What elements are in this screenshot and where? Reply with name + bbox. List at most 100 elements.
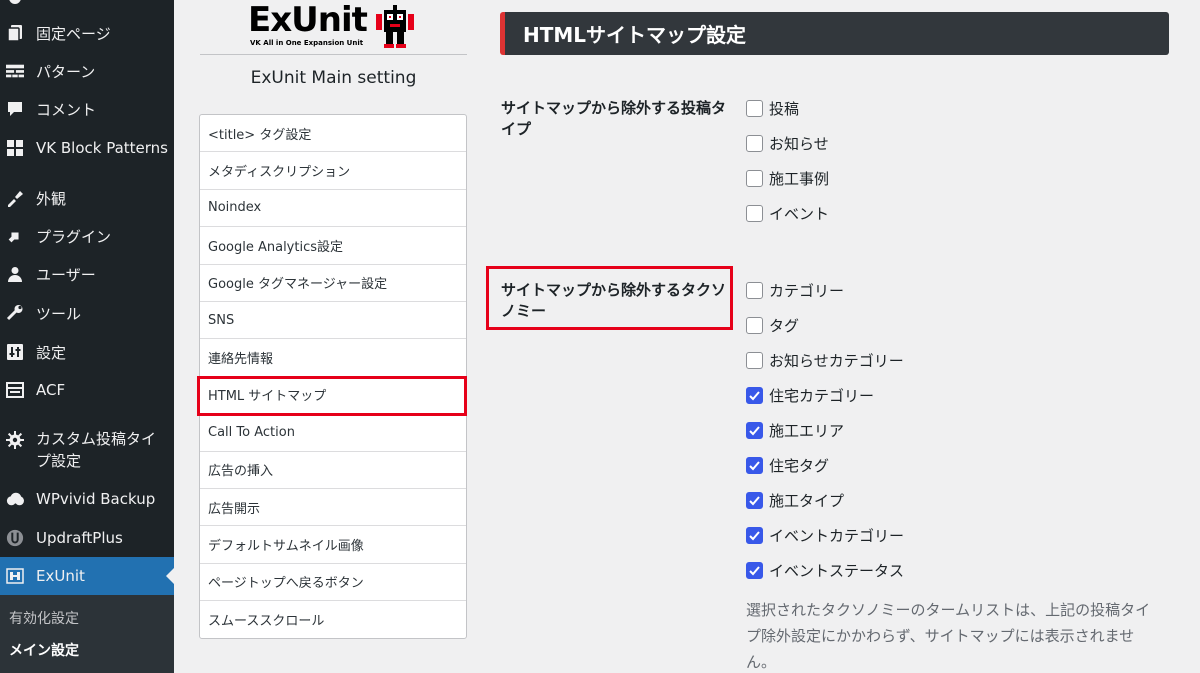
checkbox-tag[interactable]: タグ bbox=[746, 314, 799, 336]
nav-item-smooth-scroll[interactable]: スムーススクロール bbox=[200, 601, 466, 638]
checkbox[interactable] bbox=[746, 351, 763, 369]
checkbox-info[interactable]: お知らせ bbox=[746, 132, 829, 154]
comment-icon bbox=[6, 100, 24, 118]
sidebar-item-settings[interactable]: 設定 bbox=[0, 341, 174, 363]
sidebar-item-patterns[interactable]: パターン bbox=[0, 60, 174, 82]
checkbox-info-category[interactable]: お知らせカテゴリー bbox=[746, 349, 904, 371]
sidebar-item-updraftplus[interactable]: UpdraftPlus bbox=[0, 527, 174, 549]
divider bbox=[200, 54, 467, 55]
patterns-icon bbox=[6, 62, 24, 80]
section-title: HTMLサイトマップ設定 bbox=[523, 23, 747, 47]
sidebar-item-label: 設定 bbox=[36, 343, 67, 362]
nav-item-contact-info[interactable]: 連絡先情報 bbox=[200, 339, 466, 377]
nav-item-noindex[interactable]: Noindex bbox=[200, 190, 466, 228]
exunit-logo: ExUnit VK All in One Expansion Unit bbox=[248, 0, 420, 50]
checkbox[interactable] bbox=[746, 421, 763, 439]
nav-item-call-to-action[interactable]: Call To Action bbox=[200, 414, 466, 452]
nav-item-title-tag[interactable]: <title> タグ設定 bbox=[200, 115, 466, 153]
checkbox[interactable] bbox=[746, 99, 763, 117]
updraft-icon bbox=[6, 529, 24, 547]
sidebar-item-posts[interactable] bbox=[0, 0, 174, 8]
checkbox-label: 投稿 bbox=[769, 99, 800, 118]
gear-icon bbox=[6, 431, 24, 449]
checkbox-label: カテゴリー bbox=[769, 281, 845, 300]
checkbox-category[interactable]: カテゴリー bbox=[746, 279, 844, 301]
sidebar-item-label: WPvivid Backup bbox=[36, 490, 156, 508]
checkbox-house-category[interactable]: 住宅カテゴリー bbox=[746, 384, 874, 406]
sidebar-item-label: ツール bbox=[36, 304, 82, 323]
checkbox-works-area[interactable]: 施工エリア bbox=[746, 419, 844, 441]
nav-item-sns[interactable]: SNS bbox=[200, 302, 466, 340]
exunit-submenu: 有効化設定 メイン設定 bbox=[0, 595, 174, 673]
settings-icon bbox=[6, 343, 24, 361]
sidebar-item-label: カスタム投稿タイプ設定 bbox=[36, 430, 157, 470]
checkbox-label: 住宅タグ bbox=[769, 456, 830, 475]
checkbox-label: 施工事例 bbox=[769, 169, 830, 188]
sidebar-item-label: パターン bbox=[36, 62, 96, 81]
checkbox-house-tag[interactable]: 住宅タグ bbox=[746, 454, 829, 476]
sidebar-item-label: UpdraftPlus bbox=[36, 529, 123, 547]
checkbox-event-status[interactable]: イベントステータス bbox=[746, 559, 904, 581]
checkbox[interactable] bbox=[746, 456, 763, 474]
checkbox-works-type[interactable]: 施工タイプ bbox=[746, 489, 844, 511]
sidebar-item-plugins[interactable]: プラグイン bbox=[0, 225, 174, 247]
checkbox-label: 施工エリア bbox=[769, 421, 845, 440]
sidebar-item-appearance[interactable]: 外観 bbox=[0, 187, 174, 209]
checkbox[interactable] bbox=[746, 169, 763, 187]
checkbox[interactable] bbox=[746, 204, 763, 222]
grid-icon bbox=[6, 139, 24, 157]
checkbox[interactable] bbox=[746, 281, 763, 299]
sidebar-item-label: ACF bbox=[36, 381, 66, 399]
post-types-label: サイトマップから除外する投稿タイプ bbox=[501, 99, 727, 138]
sidebar-item-cpt-settings[interactable]: カスタム投稿タイプ設定 bbox=[0, 428, 174, 474]
tools-icon bbox=[6, 304, 24, 322]
sidebar-item-tools[interactable]: ツール bbox=[0, 302, 174, 324]
checkbox-label: お知らせカテゴリー bbox=[769, 351, 904, 370]
sidebar-item-label: コメント bbox=[36, 100, 97, 119]
checkbox[interactable] bbox=[746, 386, 763, 404]
nav-item-google-tag-manager[interactable]: Google タグマネージャー設定 bbox=[200, 265, 466, 302]
checkbox[interactable] bbox=[746, 316, 763, 334]
sidebar-item-users[interactable]: ユーザー bbox=[0, 263, 174, 285]
nav-item-google-analytics[interactable]: Google Analytics設定 bbox=[200, 227, 466, 265]
user-icon bbox=[6, 265, 24, 283]
sidebar-item-acf[interactable]: ACF bbox=[0, 379, 174, 401]
admin-sidebar: 固定ページ パターン コメント VK Block Patterns 外観 プラグ… bbox=[0, 0, 174, 673]
logo-text: ExUnit bbox=[248, 0, 368, 40]
sidebar-item-label: 外観 bbox=[36, 189, 67, 208]
sidebar-item-vk-block-patterns[interactable]: VK Block Patterns bbox=[0, 137, 174, 159]
nav-item-default-thumbnail[interactable]: デフォルトサムネイル画像 bbox=[200, 526, 466, 564]
sidebar-item-label: プラグイン bbox=[36, 227, 112, 246]
checkbox[interactable] bbox=[746, 491, 763, 509]
checkbox-label: イベントカテゴリー bbox=[769, 526, 905, 545]
nav-item-page-top-button[interactable]: ページトップへ戻るボタン bbox=[200, 564, 466, 602]
nav-item-meta-description[interactable]: メタディスクリプション bbox=[200, 152, 466, 190]
pin-icon bbox=[6, 0, 24, 7]
checkbox-event-category[interactable]: イベントカテゴリー bbox=[746, 524, 904, 546]
nav-item-ad-insert[interactable]: 広告の挿入 bbox=[200, 452, 466, 489]
checkbox-label: 住宅カテゴリー bbox=[769, 386, 875, 405]
submenu-item-main-settings[interactable]: メイン設定 bbox=[9, 640, 79, 660]
logo-subtitle: VK All in One Expansion Unit bbox=[250, 39, 364, 47]
nav-item-html-sitemap[interactable]: HTML サイトマップ bbox=[200, 377, 466, 415]
sidebar-item-wpvivid[interactable]: WPvivid Backup bbox=[0, 488, 174, 510]
checkbox-label: イベント bbox=[769, 204, 830, 223]
checkbox-event[interactable]: イベント bbox=[746, 202, 829, 224]
checkbox-post[interactable]: 投稿 bbox=[746, 97, 799, 119]
checkbox-works[interactable]: 施工事例 bbox=[746, 167, 829, 189]
nav-item-ad-disclosure[interactable]: 広告開示 bbox=[200, 489, 466, 527]
sidebar-item-label: ユーザー bbox=[36, 265, 96, 284]
checkbox[interactable] bbox=[746, 561, 763, 579]
checkbox[interactable] bbox=[746, 134, 763, 152]
sidebar-item-exunit[interactable]: ExUnit bbox=[0, 557, 174, 595]
checkbox[interactable] bbox=[746, 526, 763, 544]
acf-icon bbox=[6, 381, 24, 399]
submenu-item-activation[interactable]: 有効化設定 bbox=[9, 608, 79, 628]
checkbox-label: お知らせ bbox=[769, 134, 829, 153]
sidebar-item-pages[interactable]: 固定ページ bbox=[0, 22, 174, 44]
sidebar-item-comments[interactable]: コメント bbox=[0, 98, 174, 120]
appearance-icon bbox=[6, 189, 24, 207]
section-header: HTMLサイトマップ設定 bbox=[500, 12, 1169, 55]
robot-logo-icon bbox=[376, 5, 414, 48]
exunit-icon bbox=[6, 567, 24, 585]
